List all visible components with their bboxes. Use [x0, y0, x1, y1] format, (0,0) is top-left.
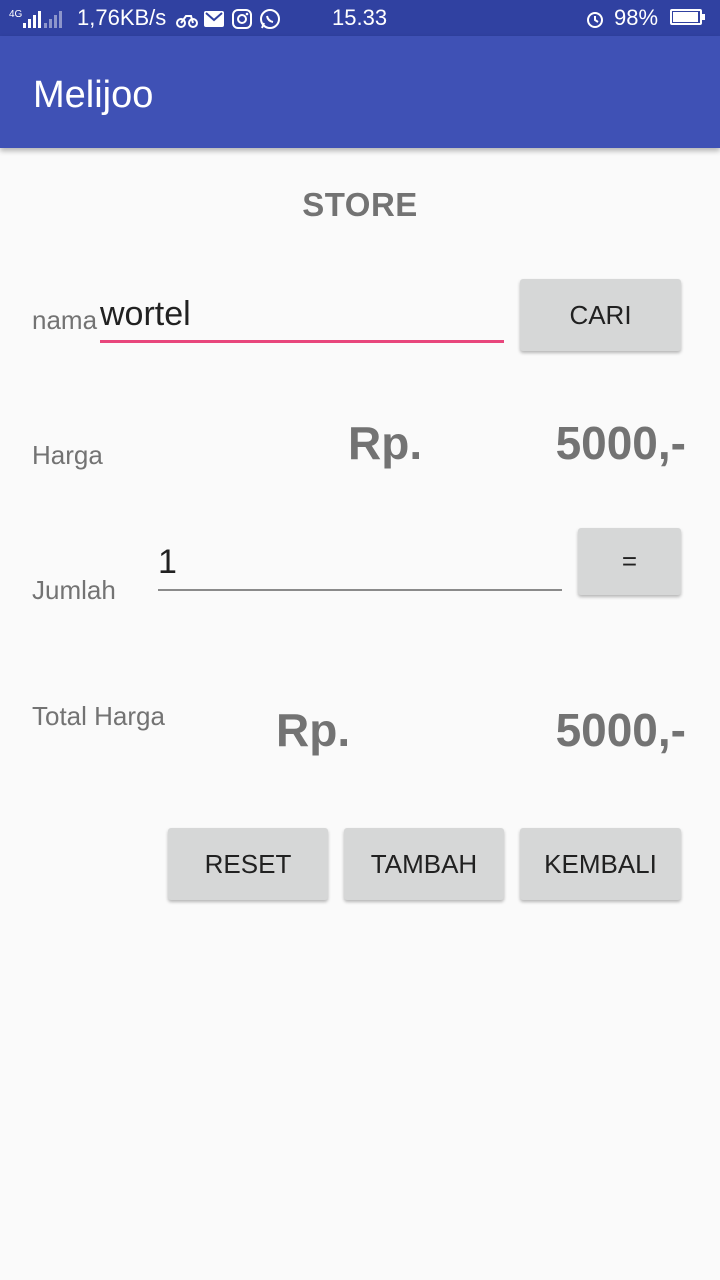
clock-time: 15.33	[332, 5, 388, 30]
nama-input-underline	[100, 340, 504, 343]
jumlah-label: Jumlah	[32, 575, 116, 605]
battery-percent: 98%	[614, 5, 659, 30]
total-currency: Rp.	[276, 704, 351, 756]
whatsapp-icon	[259, 0, 281, 36]
alarm-icon	[585, 0, 605, 36]
jumlah-input-underline	[158, 589, 562, 591]
signal-icon: 4G	[9, 0, 42, 36]
total-value: 5000,-	[555, 704, 686, 756]
harga-currency: Rp.	[348, 417, 423, 469]
jumlah-input[interactable]: 1	[158, 542, 562, 588]
battery-icon	[670, 9, 705, 25]
harga-value: 5000,-	[555, 417, 686, 469]
nama-input[interactable]: wortel	[100, 294, 504, 340]
page-title: STORE	[302, 186, 418, 223]
app-title: Melijoo	[33, 74, 154, 116]
kembali-button[interactable]: KEMBALI	[520, 828, 681, 900]
motorbike-icon	[176, 0, 198, 36]
signal-icon	[44, 0, 62, 36]
battery-fill	[673, 12, 698, 22]
harga-label: Harga	[32, 440, 103, 470]
nama-label: nama	[32, 305, 98, 335]
cari-button[interactable]: CARI	[520, 279, 681, 351]
app-bar: Melijoo	[0, 36, 720, 148]
equals-button[interactable]: =	[578, 528, 681, 595]
total-harga-label: Total Harga	[32, 701, 165, 731]
tambah-button[interactable]: TAMBAH	[344, 828, 504, 900]
reset-button[interactable]: RESET	[168, 828, 328, 900]
network-speed: 1,76KB/s	[77, 5, 167, 30]
status-bar: 4G 1,76KB/s 15.33 98%	[0, 0, 720, 36]
instagram-icon	[232, 0, 252, 36]
gmail-icon	[204, 0, 224, 36]
